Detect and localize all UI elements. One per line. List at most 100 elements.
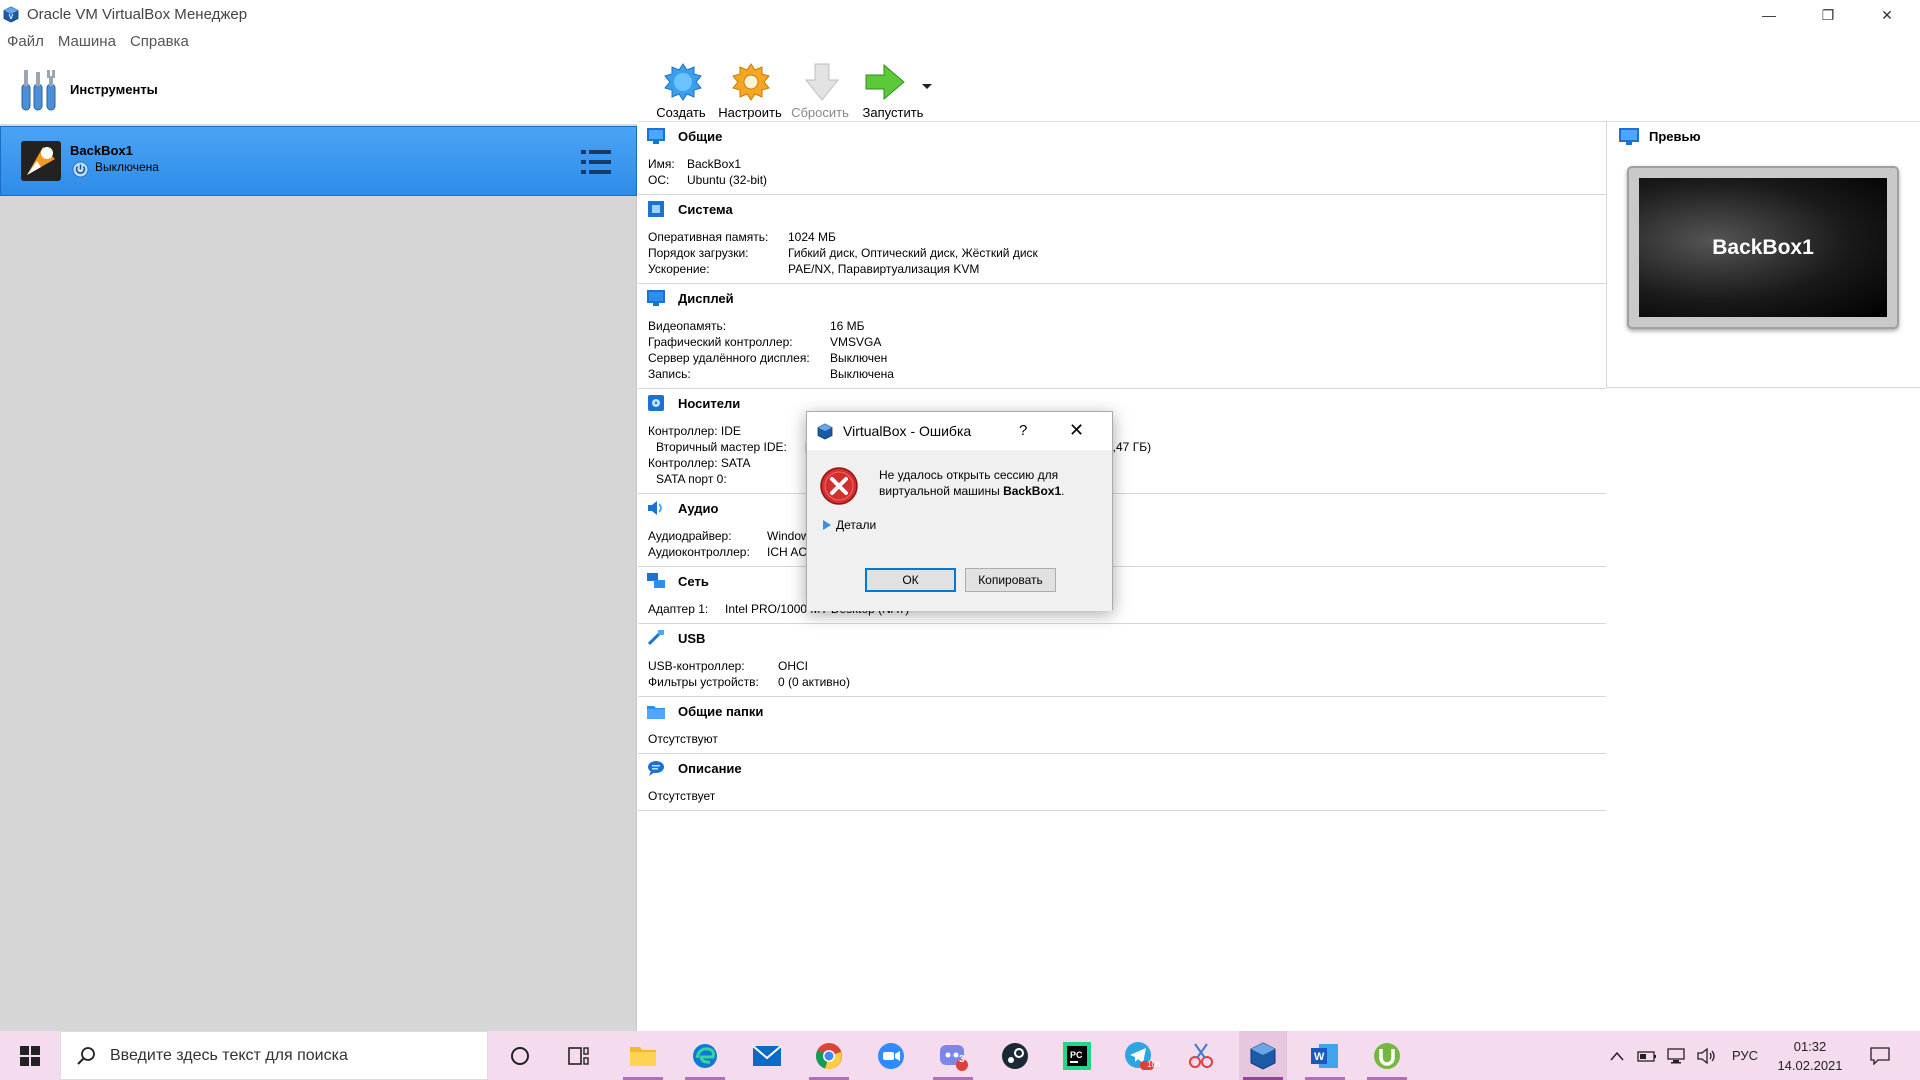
storage-key: SATA порт 0:	[656, 472, 727, 486]
start-button[interactable]: Запустить	[858, 58, 928, 120]
create-label: Создать	[656, 105, 706, 120]
error-message-vm: BackBox1	[1003, 484, 1062, 498]
audio-value: ICH AC	[767, 545, 808, 559]
section-network: Сеть Адаптер 1:Intel PRO/1000 MT Desktop…	[638, 567, 1606, 624]
virtualbox-logo-icon: V	[3, 6, 19, 23]
menu-bar: Файл Машина Справка	[0, 30, 196, 54]
volume-icon[interactable]	[1696, 1045, 1718, 1067]
display-value: Выключен	[830, 351, 888, 365]
system-key: Порядок загрузки:	[648, 246, 749, 260]
minimize-button[interactable]: —	[1746, 0, 1792, 30]
section-display: Дисплей Видеопамять: 16 МБ Графический ко…	[638, 284, 1606, 389]
vm-list-item-backbox1[interactable]: BackBox1 Выключена	[0, 126, 637, 196]
input-language[interactable]: РУС	[1732, 1048, 1758, 1063]
storage-key: Вторичный мастер IDE:	[656, 440, 787, 454]
folder-icon	[647, 706, 665, 719]
speaker-icon	[648, 501, 662, 515]
audio-key: Аудиоконтроллер:	[648, 545, 750, 559]
vm-status: Выключена	[95, 160, 159, 174]
vm-menu-icon[interactable]	[581, 149, 611, 175]
utorrent-icon	[1374, 1042, 1400, 1069]
error-message: Не удалось открыть сессию для виртуально…	[879, 467, 1089, 499]
taskbar-discord[interactable]: 3	[929, 1031, 977, 1080]
taskbar-pycharm[interactable]: PC	[1053, 1031, 1101, 1080]
details-label: Детали	[836, 518, 877, 532]
restore-button[interactable]: ❐	[1805, 0, 1851, 30]
display-value: VMSVGA	[830, 335, 882, 349]
network-key: Адаптер 1:	[648, 602, 709, 616]
menu-help[interactable]: Справка	[123, 30, 196, 54]
general-monitor-icon	[647, 128, 665, 144]
system-chip-icon	[648, 201, 664, 217]
system-value: PAE/NX, Паравиртуализация KVM	[788, 262, 980, 276]
settings-button[interactable]: Настроить	[715, 58, 785, 120]
system-key: Ускорение:	[648, 262, 710, 276]
dialog-close-button[interactable]: ✕	[1069, 420, 1084, 441]
telegram-badge: 106	[1147, 1060, 1161, 1069]
taskbar-word[interactable]: W	[1301, 1031, 1349, 1080]
taskbar-explorer[interactable]	[619, 1031, 667, 1080]
copy-button[interactable]: Копировать	[965, 568, 1056, 592]
usb-title: USB	[678, 631, 706, 646]
steam-icon	[1002, 1042, 1028, 1069]
battery-icon[interactable]	[1636, 1045, 1658, 1067]
file-explorer-icon	[630, 1046, 656, 1066]
display-title: Дисплей	[678, 291, 734, 306]
create-icon	[664, 63, 702, 101]
ok-button[interactable]: ОК	[865, 568, 956, 592]
task-view-icon	[568, 1046, 589, 1065]
audio-value: Window	[767, 529, 810, 543]
taskbar-search-box[interactable]: Введите здесь текст для поиска	[60, 1031, 488, 1080]
taskbar-steam[interactable]	[991, 1031, 1039, 1080]
task-view-button[interactable]	[555, 1031, 603, 1080]
tools-item[interactable]: Инструменты	[0, 54, 637, 125]
section-usb: USB USB-контроллер: OHCI Фильтры устройст…	[638, 624, 1606, 697]
snipping-tool-icon	[1189, 1042, 1213, 1068]
taskbar-edge[interactable]	[681, 1031, 729, 1080]
vm-os-icon	[21, 141, 61, 181]
close-button[interactable]: ✕	[1864, 0, 1910, 30]
taskbar-zoom[interactable]	[867, 1031, 915, 1080]
power-off-icon	[72, 161, 89, 178]
display-monitor-icon	[647, 290, 665, 306]
preview-title: Превью	[1649, 129, 1701, 144]
start-button[interactable]	[0, 1031, 60, 1080]
discord-badge: 3	[959, 1054, 965, 1065]
menu-machine[interactable]: Машина	[51, 30, 123, 54]
network-tray-icon[interactable]	[1666, 1045, 1688, 1067]
cortana-button[interactable]	[496, 1031, 544, 1080]
section-description: Описание Отсутствует	[638, 754, 1606, 811]
shared-value: Отсутствуют	[648, 732, 718, 746]
mail-icon	[752, 1044, 782, 1066]
discard-button[interactable]: Сбросить	[785, 58, 855, 120]
discard-label: Сбросить	[791, 105, 849, 120]
taskbar-chrome[interactable]	[805, 1031, 853, 1080]
storage-disk-icon	[648, 395, 664, 411]
start-label: Запустить	[862, 105, 924, 120]
system-value: 1024 МБ	[788, 230, 836, 244]
audio-title: Аудио	[678, 501, 719, 516]
details-toggle[interactable]: Детали	[823, 518, 876, 532]
taskbar-utorrent[interactable]	[1363, 1031, 1411, 1080]
system-value: Гибкий диск, Оптический диск, Жёсткий ди…	[788, 246, 1038, 260]
section-shared-folders: Общие папки Отсутствуют	[638, 697, 1606, 754]
window-title: Oracle VM VirtualBox Менеджер	[27, 6, 248, 23]
clock[interactable]: 01:32 14.02.2021	[1777, 1037, 1843, 1075]
section-general: Общие Имя: BackBox1 ОС: Ubuntu (32-bit)	[638, 122, 1606, 195]
description-value: Отсутствует	[648, 789, 716, 803]
taskbar-mail[interactable]	[743, 1031, 791, 1080]
taskbar-telegram[interactable]: 106	[1115, 1031, 1163, 1080]
create-button[interactable]: Создать	[646, 58, 716, 120]
help-button[interactable]: ?	[1019, 422, 1027, 439]
notifications-icon[interactable]	[1869, 1045, 1891, 1067]
description-bubble-icon	[648, 761, 664, 776]
taskbar-snipping[interactable]	[1177, 1031, 1225, 1080]
taskbar-virtualbox[interactable]	[1239, 1031, 1287, 1080]
description-title: Описание	[678, 761, 742, 776]
menu-file[interactable]: Файл	[0, 30, 51, 54]
network-icon	[647, 573, 665, 588]
start-dropdown-chevron-icon[interactable]	[921, 79, 933, 91]
show-hidden-icons-chevron-icon[interactable]	[1606, 1045, 1628, 1067]
section-audio: Аудио Аудиодрайвер: Window Аудиоконтролле…	[638, 494, 1606, 567]
section-system: Система Оперативная память: 1024 МБ Поряд…	[638, 195, 1606, 284]
